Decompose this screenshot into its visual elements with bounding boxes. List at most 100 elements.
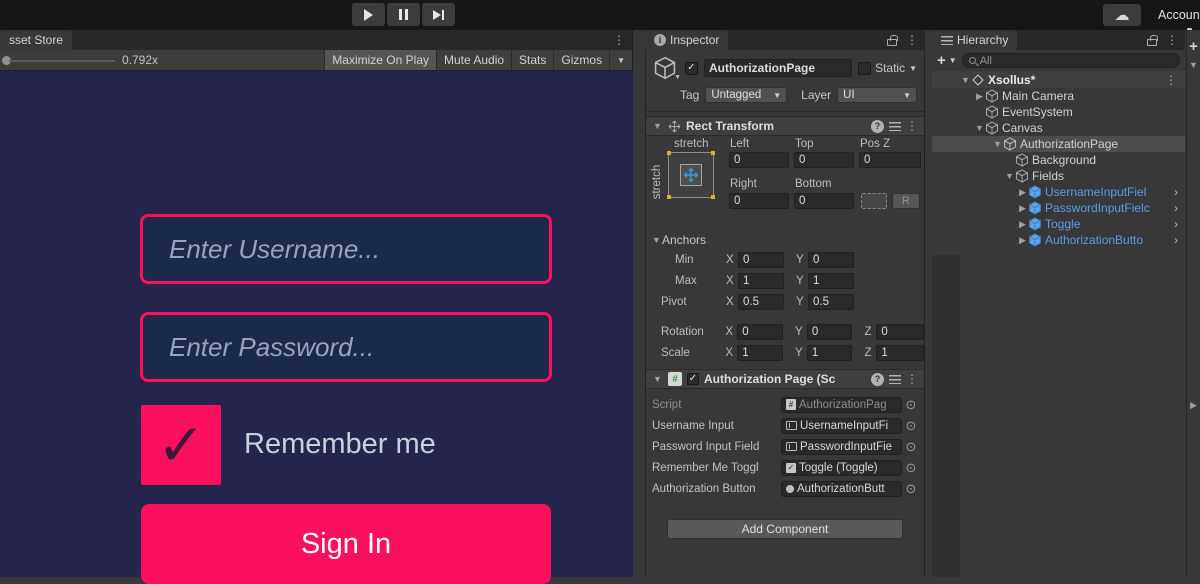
static-dropdown-icon[interactable]: ▼ [909,64,917,73]
min-y-field[interactable]: 0 [808,252,854,268]
component-menu-icon[interactable]: ⋮ [906,120,918,132]
script-object-field[interactable]: # AuthorizationPag [781,397,902,413]
pivot-x-field[interactable]: 0.5 [738,294,784,310]
static-checkbox[interactable] [858,62,871,75]
blueprint-mode-button[interactable] [861,193,887,209]
hierarchy-item-canvas[interactable]: ▼ Canvas [932,120,1185,136]
left-field[interactable]: 0 [729,152,789,168]
foldout-icon[interactable]: ▶ [1017,219,1028,230]
object-picker-icon[interactable]: ⊙ [904,398,918,411]
add-component-button[interactable]: Add Component [667,519,903,539]
tab-hierarchy[interactable]: Hierarchy [932,30,1017,50]
scene-menu-icon[interactable]: ⋮ [1165,74,1185,86]
scale-x-field[interactable]: 1 [737,345,783,361]
create-dropdown-icon[interactable]: ▼ [949,56,957,65]
min-x-field[interactable]: 0 [738,252,784,268]
foldout-icon[interactable]: ▶ [1017,235,1028,246]
component-enabled-checkbox[interactable]: ✓ [687,373,699,385]
rect-transform-header[interactable]: ▼ Rect Transform ? ⋮ [646,116,924,136]
help-icon[interactable]: ? [871,120,884,133]
toggle-object-field[interactable]: ✓ Toggle (Toggle) [781,460,902,476]
foldout-icon[interactable]: ▶ [974,91,985,102]
hierarchy-menu-icon[interactable]: ⋮ [1166,34,1178,46]
scale-z-field[interactable]: 1 [876,345,924,361]
foldout-icon[interactable]: ▼ [651,235,662,245]
foldout-icon[interactable]: ▶ [1017,187,1028,198]
foldout-icon[interactable]: ▶ [1188,400,1199,411]
hierarchy-item-passwordinputfield[interactable]: ▶ PasswordInputFielc › [932,200,1185,216]
max-x-field[interactable]: 1 [738,273,784,289]
account-dropdown[interactable]: Account [1158,8,1200,22]
hierarchy-item-main-camera[interactable]: ▶ Main Camera [932,88,1185,104]
foldout-icon[interactable]: ▼ [974,123,985,133]
foldout-icon[interactable]: ▼ [1188,60,1199,70]
inspector-menu-icon[interactable]: ⋮ [906,34,918,46]
scene-row[interactable]: ▼ Xsollus* ⋮ [932,71,1185,88]
gizmos-dropdown[interactable]: ▼ [609,50,632,70]
hierarchy-item-authorizationbutton[interactable]: ▶ AuthorizationButto › [932,232,1185,248]
hierarchy-item-fields[interactable]: ▼ Fields [932,168,1185,184]
presets-icon[interactable] [889,375,901,384]
help-icon[interactable]: ? [871,373,884,386]
cloud-services-button[interactable]: ☁ [1103,4,1141,26]
play-button[interactable] [352,3,385,26]
posz-field[interactable]: 0 [859,152,921,168]
anchor-presets-widget[interactable] [668,152,714,198]
password-input[interactable]: Enter Password... [140,312,552,382]
button-object-field[interactable]: AuthorizationButt [781,481,902,497]
prefab-open-icon[interactable]: › [1174,233,1178,247]
hierarchy-item-toggle[interactable]: ▶ Toggle › [932,216,1185,232]
step-button[interactable] [422,3,455,26]
prefab-open-icon[interactable]: › [1174,201,1178,215]
prefab-open-icon[interactable]: › [1174,185,1178,199]
stats-button[interactable]: Stats [511,50,553,70]
hierarchy-item-background[interactable]: Background [932,152,1185,168]
hierarchy-item-authorizationpage[interactable]: ▼ AuthorizationPage [932,136,1185,152]
pause-button[interactable] [387,3,420,26]
username-input[interactable]: Enter Username... [140,214,552,284]
password-input-object-field[interactable]: PasswordInputFie [781,439,902,455]
object-picker-icon[interactable]: ⊙ [904,482,918,495]
scale-y-field[interactable]: 1 [807,345,853,361]
max-y-field[interactable]: 1 [808,273,854,289]
pivot-y-field[interactable]: 0.5 [808,294,854,310]
right-field[interactable]: 0 [729,193,789,209]
foldout-icon[interactable]: ▼ [652,121,663,131]
gizmos-button[interactable]: Gizmos [553,50,609,70]
top-field[interactable]: 0 [794,152,854,168]
object-picker-icon[interactable]: ⊙ [904,440,918,453]
hierarchy-search-input[interactable]: All [962,53,1180,68]
foldout-icon[interactable]: ▼ [992,139,1003,149]
zoom-slider-track[interactable] [9,60,115,62]
bottom-field[interactable]: 0 [794,193,854,209]
rotation-z-field[interactable]: 0 [876,324,924,340]
rotation-x-field[interactable]: 0 [737,324,783,340]
create-button[interactable]: + [937,53,946,68]
active-checkbox[interactable]: ✓ [685,62,698,75]
object-picker-icon[interactable]: ⊙ [904,419,918,432]
tag-dropdown[interactable]: Untagged ▼ [705,87,787,103]
component-menu-icon[interactable]: ⋮ [906,373,918,385]
gameobject-cube-icon[interactable]: ▼ [653,56,679,80]
hierarchy-item-eventsystem[interactable]: EventSystem [932,104,1185,120]
tab-asset-store[interactable]: sset Store [0,30,72,50]
username-input-object-field[interactable]: UsernameInputFi [781,418,902,434]
lock-icon[interactable] [887,39,897,46]
foldout-icon[interactable]: ▼ [960,75,971,85]
game-menu-icon[interactable]: ⋮ [613,34,625,46]
create-button[interactable]: + [1187,39,1200,54]
rotation-y-field[interactable]: 0 [807,324,853,340]
gameobject-name-field[interactable]: AuthorizationPage [704,59,852,77]
presets-icon[interactable] [889,122,901,131]
hierarchy-item-usernameinputfield[interactable]: ▶ UsernameInputFiel › [932,184,1185,200]
lock-icon[interactable] [1147,39,1157,46]
maximize-on-play-button[interactable]: Maximize On Play [324,50,436,70]
foldout-icon[interactable]: ▶ [1017,203,1028,214]
remember-me-checkbox[interactable]: ✓ [141,405,221,485]
object-picker-icon[interactable]: ⊙ [904,461,918,474]
mute-audio-button[interactable]: Mute Audio [436,50,511,70]
authorization-page-script-header[interactable]: ▼ # ✓ Authorization Page (Sc ? ⋮ [646,369,924,389]
layer-dropdown[interactable]: UI ▼ [837,87,917,103]
raw-edit-mode-button[interactable]: R [892,193,920,209]
tab-inspector[interactable]: i Inspector [645,30,728,50]
